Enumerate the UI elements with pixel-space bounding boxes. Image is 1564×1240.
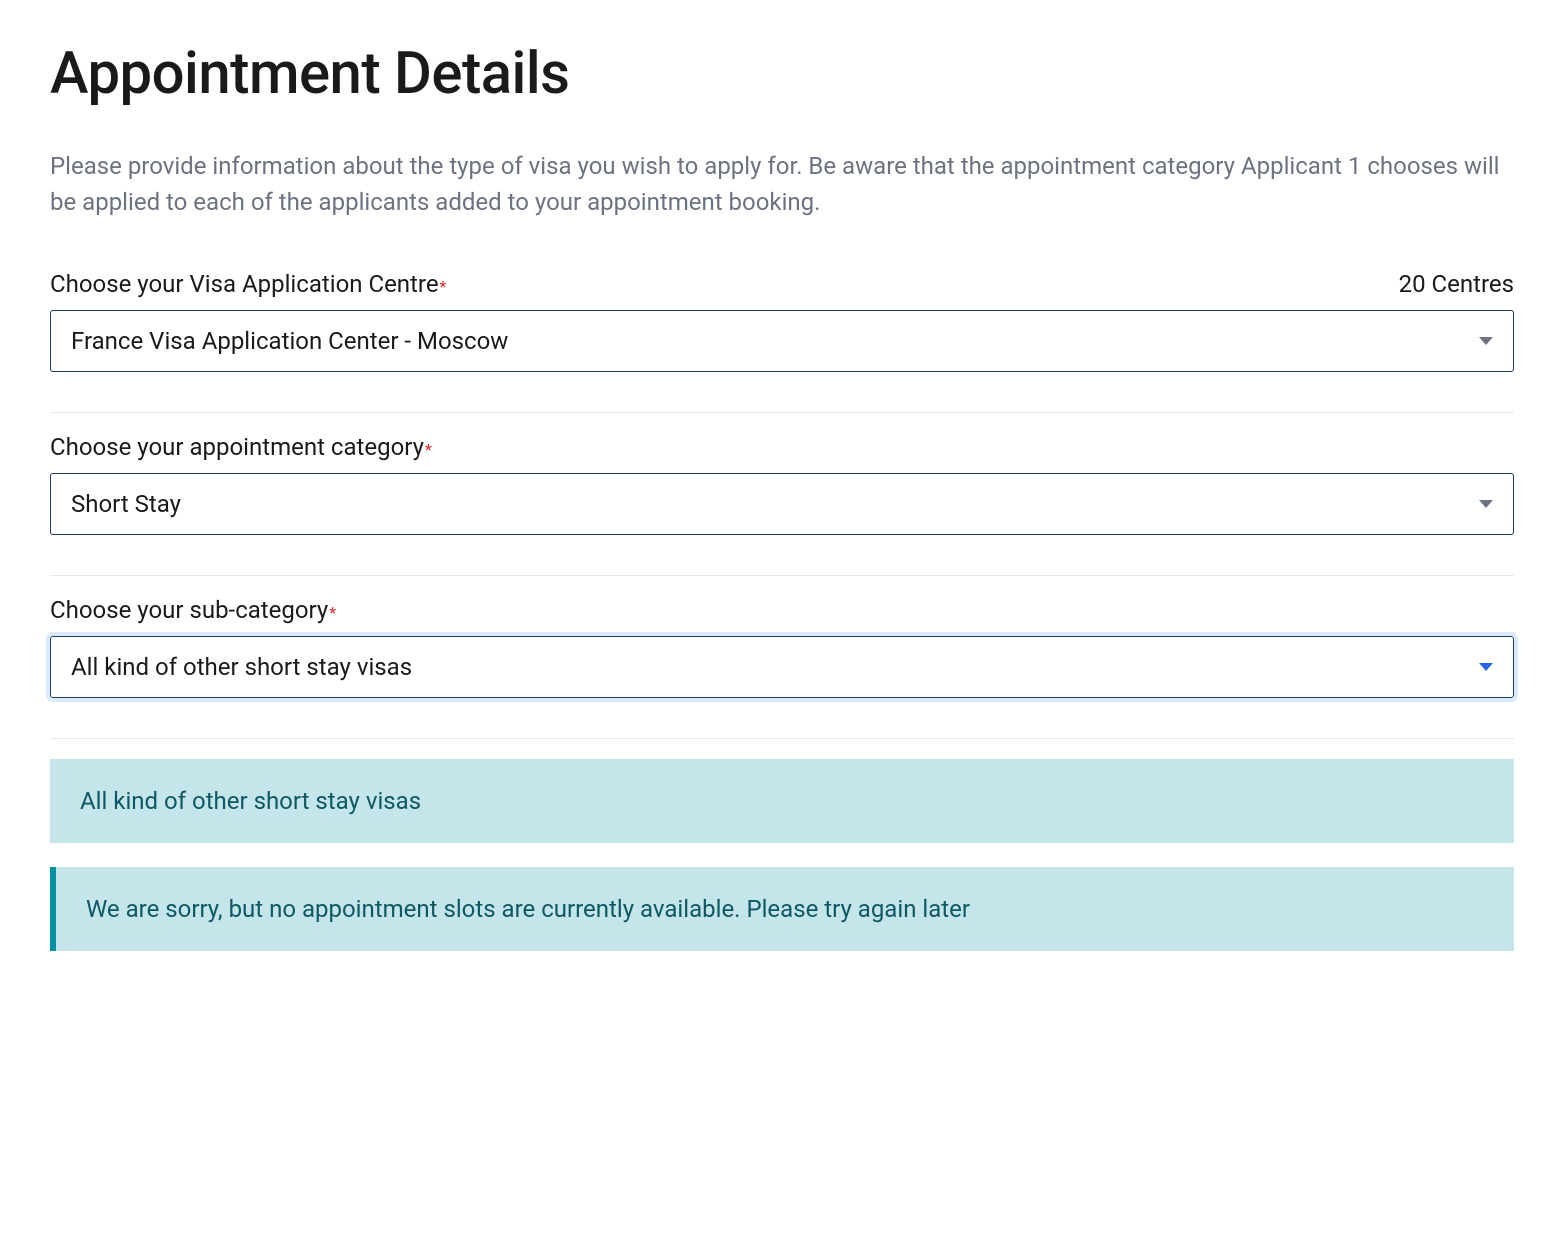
subcategory-select[interactable]: All kind of other short stay visas <box>50 636 1514 698</box>
category-label: Choose your appointment category <box>50 433 424 461</box>
required-marker: * <box>329 603 336 622</box>
page-title: Appointment Details <box>50 40 1514 108</box>
subcategory-label-row: Choose your sub-category* <box>50 596 1514 624</box>
required-marker: * <box>425 440 432 459</box>
category-select-value: Short Stay <box>71 490 181 518</box>
centre-select[interactable]: France Visa Application Center - Moscow <box>50 310 1514 372</box>
subcategory-select-wrapper: All kind of other short stay visas <box>50 636 1514 698</box>
required-marker: * <box>440 277 447 296</box>
centre-label: Choose your Visa Application Centre <box>50 270 439 298</box>
subcategory-form-group: Choose your sub-category* All kind of ot… <box>50 596 1514 739</box>
category-select[interactable]: Short Stay <box>50 473 1514 535</box>
category-label-wrapper: Choose your appointment category* <box>50 433 432 461</box>
centre-label-row: Choose your Visa Application Centre* 20 … <box>50 270 1514 298</box>
chevron-down-icon <box>1479 663 1493 671</box>
centre-select-value: France Visa Application Center - Moscow <box>71 327 508 355</box>
no-slots-alert: We are sorry, but no appointment slots a… <box>50 867 1514 951</box>
centre-form-group: Choose your Visa Application Centre* 20 … <box>50 270 1514 413</box>
centre-select-wrapper: France Visa Application Center - Moscow <box>50 310 1514 372</box>
subcategory-label-wrapper: Choose your sub-category* <box>50 596 336 624</box>
category-form-group: Choose your appointment category* Short … <box>50 433 1514 576</box>
subcategory-info-banner: All kind of other short stay visas <box>50 759 1514 843</box>
chevron-down-icon <box>1479 337 1493 345</box>
intro-text: Please provide information about the typ… <box>50 148 1500 220</box>
centre-label-wrapper: Choose your Visa Application Centre* <box>50 270 446 298</box>
subcategory-label: Choose your sub-category <box>50 596 328 624</box>
category-label-row: Choose your appointment category* <box>50 433 1514 461</box>
centre-count: 20 Centres <box>1399 270 1514 298</box>
category-select-wrapper: Short Stay <box>50 473 1514 535</box>
subcategory-select-value: All kind of other short stay visas <box>71 653 412 681</box>
chevron-down-icon <box>1479 500 1493 508</box>
